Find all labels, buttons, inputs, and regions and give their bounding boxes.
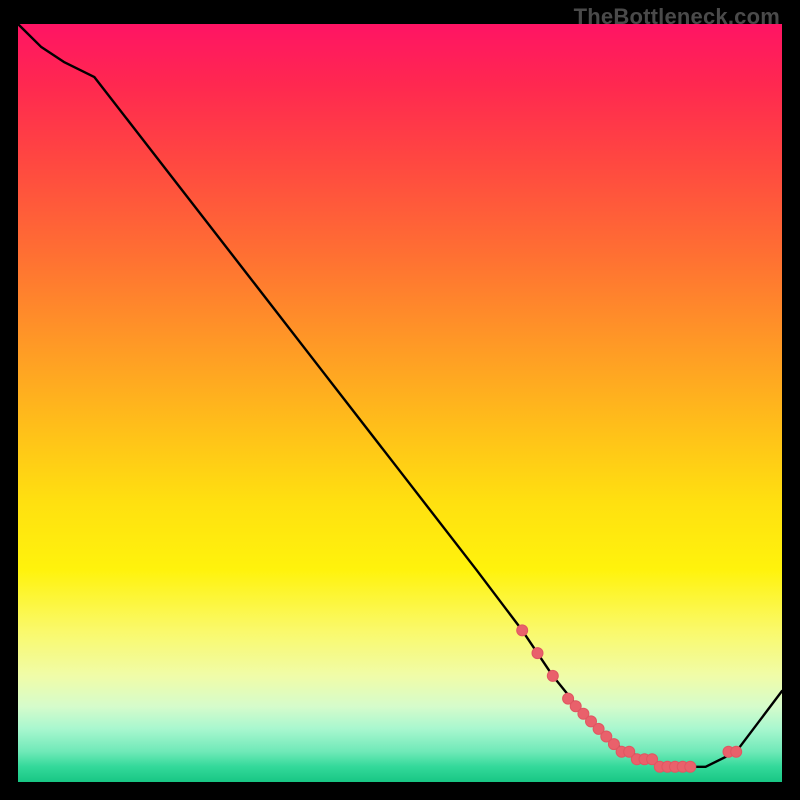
plot-area [18, 24, 782, 782]
marker-dot [532, 648, 543, 659]
chart-frame: TheBottleneck.com [0, 0, 800, 800]
marker-dots [517, 625, 742, 772]
plot-svg [18, 24, 782, 782]
marker-dot [685, 761, 696, 772]
marker-dot [731, 746, 742, 757]
watermark-text: TheBottleneck.com [574, 4, 780, 30]
marker-dot [517, 625, 528, 636]
marker-dot [547, 670, 558, 681]
bottleneck-curve [18, 24, 782, 767]
